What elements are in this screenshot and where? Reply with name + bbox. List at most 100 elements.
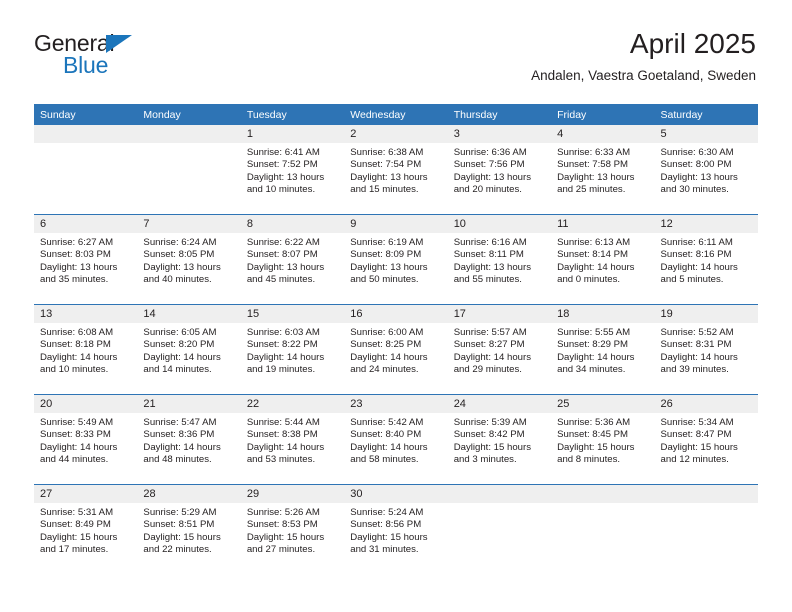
calendar-day-cell[interactable]: 6 Sunrise: 6:27 AM Sunset: 8:03 PM Daylight… [34,214,138,305]
day-sunset-text: Sunset: 8:16 PM [660,249,732,261]
calendar-day-cell[interactable] [34,125,138,215]
day-sunrise-text: Sunrise: 6:33 AM [557,147,631,158]
day-sunrise-text: Sunrise: 5:29 AM [143,507,217,518]
calendar-day-cell[interactable]: 18 Sunrise: 5:55 AM Sunset: 8:29 PM Dayligh… [551,304,655,395]
day-sunset-text: Sunset: 7:52 PM [246,159,318,171]
day-number: 26 [654,395,758,413]
day-daylight-line2-text: and 15 minutes. [350,183,419,195]
calendar-day-cell[interactable]: 17 Sunrise: 5:57 AM Sunset: 8:27 PM Dayligh… [447,304,552,395]
calendar-day-cell[interactable]: 28 Sunrise: 5:29 AM Sunset: 8:51 PM Dayligh… [137,484,241,574]
logo-text-blue: Blue [63,52,109,78]
day-cell-content: 27 Sunrise: 5:31 AM Sunset: 8:49 PM Dayligh… [34,485,138,574]
day-daylight-line2-text: and 35 minutes. [40,273,109,285]
day-sun-info: Sunrise: 6:24 AM Sunset: 8:05 PM Daylight:… [137,233,240,286]
calendar-body: 1 Sunrise: 6:41 AM Sunset: 7:52 PM Daylight… [34,125,758,574]
day-daylight-line2-text: and 39 minutes. [660,363,729,375]
day-number: 21 [137,395,241,413]
day-cell-content: 19 Sunrise: 5:52 AM Sunset: 8:31 PM Dayligh… [654,305,758,394]
day-sunrise-text: Sunrise: 6:36 AM [453,147,527,158]
day-daylight-line2-text: and 29 minutes. [453,363,522,375]
day-sun-info: Sunrise: 5:55 AM Sunset: 8:29 PM Daylight:… [551,323,654,376]
calendar-day-cell[interactable]: 13 Sunrise: 6:08 AM Sunset: 8:18 PM Dayligh… [34,304,138,395]
calendar-day-cell[interactable]: 3 Sunrise: 6:36 AM Sunset: 7:56 PM Daylight… [447,125,552,215]
calendar-day-cell[interactable]: 2 Sunrise: 6:38 AM Sunset: 7:54 PM Daylight… [344,125,448,215]
day-sunset-text: Sunset: 8:09 PM [350,249,422,261]
day-sunset-text: Sunset: 8:45 PM [557,429,629,441]
day-cell-content: 9 Sunrise: 6:19 AM Sunset: 8:09 PM Daylight… [344,215,448,304]
day-cell-content: 17 Sunrise: 5:57 AM Sunset: 8:27 PM Dayligh… [447,305,552,394]
day-sunset-text: Sunset: 8:36 PM [143,429,215,441]
day-sunset-text: Sunset: 8:47 PM [660,429,732,441]
calendar-day-cell[interactable]: 19 Sunrise: 5:52 AM Sunset: 8:31 PM Dayligh… [654,304,758,395]
day-sunrise-text: Sunrise: 6:22 AM [246,237,320,248]
day-sunset-text: Sunset: 8:49 PM [40,519,111,531]
generalblue-logo[interactable]: General Blue [34,32,214,88]
calendar-week-row: 1 Sunrise: 6:41 AM Sunset: 7:52 PM Daylight… [34,125,758,215]
day-sun-info: Sunrise: 6:08 AM Sunset: 8:18 PM Daylight:… [34,323,137,376]
calendar-day-cell[interactable]: 12 Sunrise: 6:11 AM Sunset: 8:16 PM Dayligh… [654,214,758,305]
day-daylight-line2-text: and 58 minutes. [350,453,419,465]
calendar-day-cell[interactable]: 29 Sunrise: 5:26 AM Sunset: 8:53 PM Dayligh… [240,484,345,574]
calendar-day-cell[interactable]: 22 Sunrise: 5:44 AM Sunset: 8:38 PM Dayligh… [240,394,345,485]
day-daylight-line2-text: and 5 minutes. [660,273,724,285]
calendar-day-cell[interactable]: 7 Sunrise: 6:24 AM Sunset: 8:05 PM Daylight… [137,214,241,305]
day-daylight-line1-text: Daylight: 14 hours [40,351,118,363]
day-cell-content: 5 Sunrise: 6:30 AM Sunset: 8:00 PM Daylight… [654,125,758,214]
calendar-day-cell[interactable]: 15 Sunrise: 6:03 AM Sunset: 8:22 PM Dayligh… [240,304,345,395]
day-daylight-line1-text: Daylight: 13 hours [246,261,325,273]
calendar-day-cell[interactable]: 30 Sunrise: 5:24 AM Sunset: 8:56 PM Dayligh… [344,484,448,574]
calendar-day-cell[interactable]: 11 Sunrise: 6:13 AM Sunset: 8:14 PM Dayligh… [551,214,655,305]
page-title: April 2025 [629,28,756,59]
day-daylight-line2-text: and 34 minutes. [557,363,626,375]
calendar-day-cell[interactable] [654,484,758,574]
day-cell-content: 4 Sunrise: 6:33 AM Sunset: 7:58 PM Daylight… [551,125,655,214]
day-daylight-line1-text: Daylight: 13 hours [143,261,221,273]
calendar-day-cell[interactable]: 25 Sunrise: 5:36 AM Sunset: 8:45 PM Dayligh… [551,394,655,485]
calendar-day-cell[interactable]: 8 Sunrise: 6:22 AM Sunset: 8:07 PM Daylight… [240,214,345,305]
day-daylight-line2-text: and 30 minutes. [660,183,729,195]
calendar-day-cell[interactable]: 9 Sunrise: 6:19 AM Sunset: 8:09 PM Daylight… [344,214,448,305]
day-sunset-text: Sunset: 8:33 PM [40,429,111,441]
day-sunset-text: Sunset: 8:22 PM [246,339,318,351]
calendar-day-cell[interactable]: 27 Sunrise: 5:31 AM Sunset: 8:49 PM Dayligh… [34,484,138,574]
weekday-header-monday: Monday [137,104,241,125]
day-sunset-text: Sunset: 7:54 PM [350,159,422,171]
day-number: 1 [240,125,345,143]
weekday-header-saturday: Saturday [654,104,758,125]
calendar-day-cell[interactable]: 4 Sunrise: 6:33 AM Sunset: 7:58 PM Daylight… [551,125,655,215]
calendar-day-cell[interactable] [137,125,241,215]
day-sunset-text: Sunset: 8:29 PM [557,339,629,351]
day-number: 17 [447,305,552,323]
day-cell-content: 13 Sunrise: 6:08 AM Sunset: 8:18 PM Dayligh… [34,305,138,394]
day-sunset-text: Sunset: 8:56 PM [350,519,422,531]
day-daylight-line1-text: Daylight: 14 hours [557,261,635,273]
weekday-header-wednesday: Wednesday [344,104,448,125]
calendar-day-cell[interactable]: 23 Sunrise: 5:42 AM Sunset: 8:40 PM Dayligh… [344,394,448,485]
day-daylight-line2-text: and 53 minutes. [246,453,316,465]
calendar-day-cell[interactable]: 16 Sunrise: 6:00 AM Sunset: 8:25 PM Dayligh… [344,304,448,395]
day-daylight-line2-text: and 12 minutes. [660,453,729,465]
day-cell-content [654,485,758,574]
calendar-day-cell[interactable]: 1 Sunrise: 6:41 AM Sunset: 7:52 PM Daylight… [240,125,345,215]
day-sunrise-text: Sunrise: 6:11 AM [660,237,733,248]
day-sunrise-text: Sunrise: 6:05 AM [143,327,217,338]
day-number [551,485,655,503]
day-cell-content: 23 Sunrise: 5:42 AM Sunset: 8:40 PM Dayligh… [344,395,448,484]
day-daylight-line2-text: and 10 minutes. [40,363,109,375]
day-daylight-line1-text: Daylight: 14 hours [660,351,738,363]
calendar-day-cell[interactable]: 21 Sunrise: 5:47 AM Sunset: 8:36 PM Dayligh… [137,394,241,485]
calendar-day-cell[interactable]: 20 Sunrise: 5:49 AM Sunset: 8:33 PM Dayligh… [34,394,138,485]
day-number [447,485,552,503]
calendar-day-cell[interactable]: 26 Sunrise: 5:34 AM Sunset: 8:47 PM Dayligh… [654,394,758,485]
calendar-day-cell[interactable]: 24 Sunrise: 5:39 AM Sunset: 8:42 PM Dayligh… [447,394,552,485]
day-cell-content: 29 Sunrise: 5:26 AM Sunset: 8:53 PM Dayligh… [240,485,345,574]
calendar-day-cell[interactable]: 14 Sunrise: 6:05 AM Sunset: 8:20 PM Dayligh… [137,304,241,395]
calendar-day-cell[interactable]: 10 Sunrise: 6:16 AM Sunset: 8:11 PM Dayligh… [447,214,552,305]
calendar-day-cell[interactable] [447,484,552,574]
day-cell-content [137,125,241,214]
day-daylight-line1-text: Daylight: 14 hours [660,261,738,273]
day-cell-content: 21 Sunrise: 5:47 AM Sunset: 8:36 PM Dayligh… [137,395,241,484]
calendar-day-cell[interactable]: 5 Sunrise: 6:30 AM Sunset: 8:00 PM Daylight… [654,125,758,215]
day-number: 8 [240,215,345,233]
calendar-day-cell[interactable] [551,484,655,574]
